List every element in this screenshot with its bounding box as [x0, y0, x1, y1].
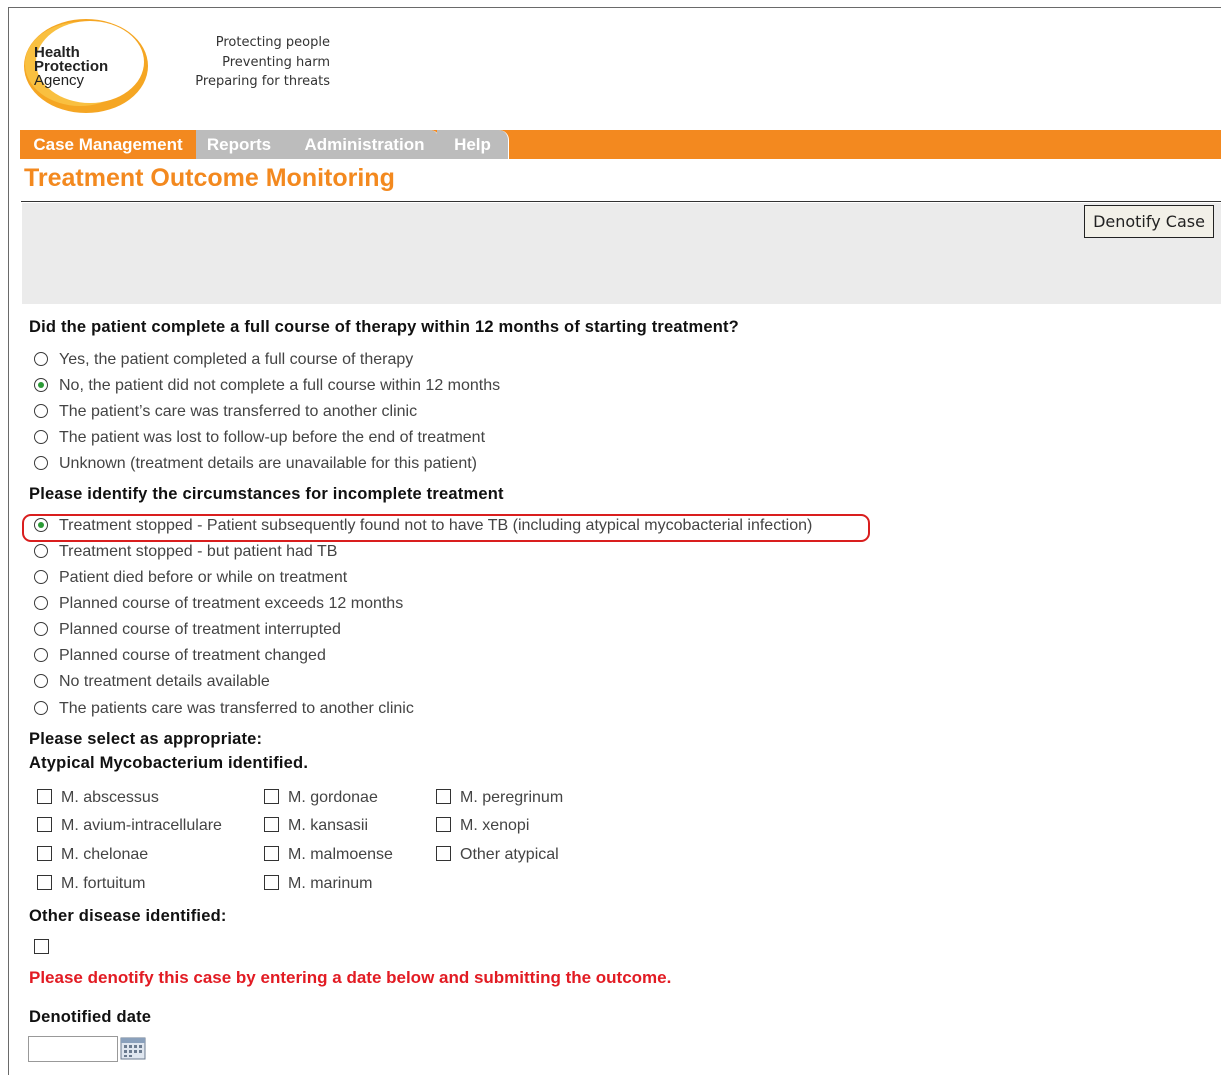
- option-label: No, the patient did not complete a full …: [59, 377, 501, 394]
- checkbox[interactable]: [436, 789, 451, 804]
- checkbox[interactable]: [436, 817, 451, 832]
- radio-button-selected[interactable]: [34, 518, 48, 532]
- radio-button[interactable]: [34, 570, 48, 584]
- option-label: Yes, the patient completed a full course…: [59, 351, 414, 368]
- option-label: No treatment details available: [59, 673, 270, 690]
- tab-label: Reports: [206, 135, 272, 154]
- radio-button[interactable]: [34, 404, 48, 418]
- other-disease-checkbox[interactable]: [34, 939, 49, 954]
- checkbox[interactable]: [264, 875, 279, 890]
- select-heading: Please select as appropriate:: [29, 730, 263, 748]
- radio-button[interactable]: [34, 430, 48, 444]
- checkbox-label: M. avium-intracellulare: [61, 817, 222, 834]
- tab-label: Help: [454, 135, 491, 154]
- checkbox[interactable]: [37, 846, 52, 861]
- radio-button[interactable]: [34, 622, 48, 636]
- checkbox[interactable]: [264, 789, 279, 804]
- radio-button[interactable]: [34, 456, 48, 470]
- checkbox-label: M. fortuitum: [61, 875, 146, 892]
- denotified-date-input[interactable]: [28, 1036, 118, 1062]
- checkbox-label: M. abscessus: [61, 789, 159, 806]
- checkbox[interactable]: [37, 789, 52, 804]
- checkbox-label: M. gordonae: [288, 789, 378, 806]
- option-label: The patient’s care was transferred to an…: [59, 403, 418, 420]
- tab-administration[interactable]: Administration: [290, 130, 440, 159]
- atypical-heading: Atypical Mycobacterium identified.: [29, 754, 309, 772]
- tab-help[interactable]: Help: [437, 130, 509, 159]
- checkbox-label: M. marinum: [288, 875, 373, 892]
- tab-label: Administration: [304, 135, 425, 154]
- denotified-date-label: Denotified date: [29, 1008, 152, 1026]
- q1-heading: Did the patient complete a full course o…: [29, 318, 739, 336]
- radio-button[interactable]: [34, 596, 48, 610]
- svg-text:Agency: Agency: [34, 72, 85, 89]
- option-label: Planned course of treatment changed: [59, 647, 326, 664]
- radio-button[interactable]: [34, 352, 48, 366]
- title-divider: [21, 201, 1221, 202]
- other-disease-heading: Other disease identified:: [29, 907, 227, 925]
- option-label: The patients care was transferred to ano…: [59, 700, 414, 717]
- option-label: The patient was lost to follow-up before…: [59, 429, 486, 446]
- radio-button[interactable]: [34, 648, 48, 662]
- option-label: Planned course of treatment exceeds 12 m…: [59, 595, 404, 612]
- tab-case-management[interactable]: Case Management: [20, 130, 196, 159]
- denotify-case-button[interactable]: Denotify Case: [1084, 205, 1214, 238]
- calendar-icon[interactable]: [120, 1036, 146, 1060]
- checkbox[interactable]: [37, 817, 52, 832]
- denotify-warning: Please denotify this case by entering a …: [29, 968, 672, 987]
- main-nav: Case Management Reports Administration H…: [20, 130, 1221, 159]
- checkbox-label: Other atypical: [460, 846, 559, 863]
- tab-label: Case Management: [33, 135, 183, 154]
- checkbox-label: M. chelonae: [61, 846, 149, 863]
- tagline-line: Preventing harm: [222, 54, 330, 70]
- checkbox-label: M. peregrinum: [460, 789, 564, 806]
- option-label: Planned course of treatment interrupted: [59, 621, 341, 638]
- option-label: Treatment stopped - but patient had TB: [59, 543, 338, 560]
- q2-heading: Please identify the circumstances for in…: [29, 485, 504, 503]
- checkbox[interactable]: [37, 875, 52, 890]
- tagline-line: Preparing for threats: [195, 74, 330, 89]
- option-label: Treatment stopped - Patient subsequently…: [59, 517, 813, 534]
- hpa-logo: Health Protection Agency: [24, 19, 148, 113]
- radio-button[interactable]: [34, 544, 48, 558]
- radio-button[interactable]: [34, 674, 48, 688]
- option-label: Unknown (treatment details are unavailab…: [59, 455, 477, 472]
- checkbox-label: M. kansasii: [288, 817, 369, 834]
- radio-button[interactable]: [34, 701, 48, 715]
- radio-button-selected[interactable]: [34, 378, 48, 392]
- tagline: Protecting people Preventing harm Prepar…: [162, 33, 330, 92]
- checkbox[interactable]: [436, 846, 451, 861]
- checkbox[interactable]: [264, 817, 279, 832]
- checkbox[interactable]: [264, 846, 279, 861]
- checkbox-label: M. malmoense: [288, 846, 393, 863]
- checkbox-label: M. xenopi: [460, 817, 530, 834]
- tagline-line: Protecting people: [215, 35, 330, 50]
- page-title: Treatment Outcome Monitoring: [24, 164, 395, 192]
- option-label: Patient died before or while on treatmen…: [59, 569, 348, 586]
- action-panel: [22, 203, 1221, 304]
